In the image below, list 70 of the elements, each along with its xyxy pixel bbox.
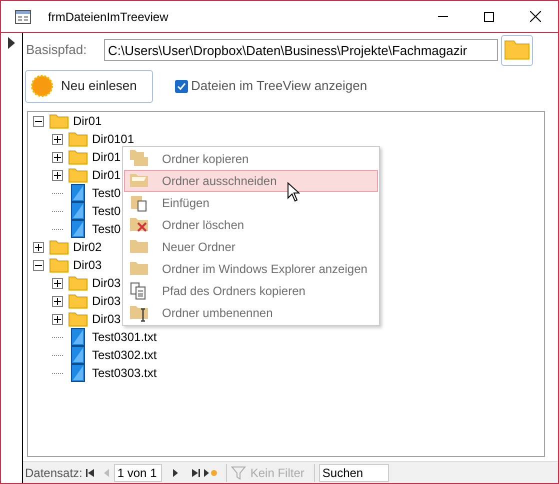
menu-item[interactable]: Ordner im Windows Explorer anzeigen [124,258,378,280]
tree-item[interactable]: Test0302.txt [91,348,157,362]
folder-icon [49,239,69,255]
tree-item[interactable]: Dir03 [91,294,121,308]
tree-item[interactable]: Dir02 [72,240,102,254]
menu-item[interactable]: Einfügen [124,192,378,214]
file-icon [71,328,85,346]
next-record-icon[interactable] [172,468,180,476]
file-icon [71,220,85,238]
sun-icon [31,75,53,97]
file-icon [71,202,85,220]
tree-item[interactable]: Test0 [91,204,121,218]
menu-item[interactable]: Neuer Ordner [124,236,378,258]
menu-item[interactable]: Ordner kopieren [124,148,378,170]
record-selector-icon[interactable] [8,37,15,49]
reload-button[interactable]: Neu einlesen [25,70,153,102]
new-record-icon[interactable] [204,468,218,476]
tree-item[interactable]: Dir03 [72,258,102,272]
window-title: frmDateienImTreeview [48,8,168,26]
folders-icon [129,149,149,169]
file-icon [71,184,85,202]
search-field[interactable]: Suchen [319,464,390,482]
tree-item[interactable]: Dir01 [91,150,121,164]
tree-item[interactable]: Test0303.txt [91,366,157,380]
tree-item[interactable]: Dir03 [91,276,121,290]
expand-toggle[interactable] [52,170,63,180]
tree-item[interactable]: Dir01 [72,114,102,128]
tree-item[interactable]: Test0 [91,222,121,236]
close-icon [530,11,540,22]
folder-icon [68,149,88,165]
collapse-toggle[interactable] [33,260,44,270]
folder-icon [68,131,88,147]
tree-item[interactable]: Dir01 [91,168,121,182]
folder-rename-icon [129,303,149,323]
folder-icon [68,167,88,183]
record-field[interactable]: 1 von 1 [114,464,162,482]
folder-icon [49,113,69,129]
collapse-toggle[interactable] [33,116,44,126]
path-label: Basispfad: [26,41,88,60]
filter-icon [231,464,248,480]
form-icon [15,10,31,24]
folder-icon [68,311,88,327]
expand-toggle[interactable] [52,314,63,324]
tree-item[interactable]: Dir0101 [91,132,134,146]
clipboard-icon [129,193,149,213]
path-field[interactable]: C:\Users\User\Dropbox\Daten\Business\Projekte\Fachmagazir [104,39,498,61]
folder-icon [68,293,88,309]
expand-toggle[interactable] [33,242,44,252]
menu-item[interactable]: Ordner ausschneiden [124,170,378,192]
file-icon [71,364,85,382]
first-record-icon[interactable] [86,468,94,476]
file-icon [71,346,85,364]
expand-toggle[interactable] [52,134,63,144]
folder-icon [49,257,69,273]
menu-item[interactable]: Ordner löschen [124,214,378,236]
tree-item[interactable]: Dir03 [91,312,121,326]
checkbox-label: Dateien im TreeView anzeigen [191,77,368,96]
expand-toggle[interactable] [52,152,63,162]
folder-icon [68,275,88,291]
tree-item[interactable]: Test0301.txt [91,330,157,344]
folder-icon [504,40,530,60]
mouse-pointer-icon [287,182,300,202]
tree-item[interactable]: Test0 [91,186,121,200]
checkbox[interactable] [175,80,188,92]
menu-item[interactable]: Pfad des Ordners kopieren [124,280,378,302]
menu-item[interactable]: Ordner umbenennen [124,302,378,324]
last-record-icon[interactable] [192,468,200,476]
expand-toggle[interactable] [52,296,63,306]
expand-toggle[interactable] [52,278,63,288]
record-label: Datensatz: [25,464,82,482]
